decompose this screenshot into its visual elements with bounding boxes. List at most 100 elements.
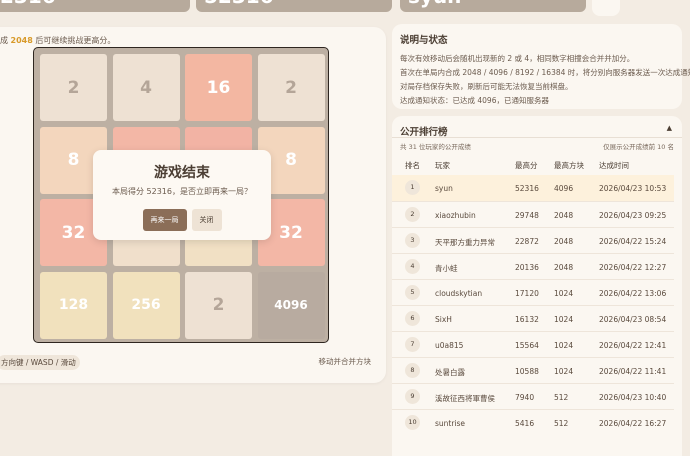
achieved-time: 2026/04/22 13:06 <box>599 289 667 298</box>
player-name: syun <box>408 0 461 8</box>
dialog-message: 本局得分 52316，是否立即再来一局？ <box>112 187 252 196</box>
dialog-title: 游戏结束 <box>154 165 210 181</box>
player-name: syun <box>435 184 453 193</box>
achieved-time: 2026/04/23 09:25 <box>599 211 667 220</box>
rank-badge: 10 <box>405 415 420 430</box>
best-score-card: 52316 <box>196 0 392 12</box>
achieved-time: 2026/04/22 12:41 <box>599 341 667 350</box>
header-score: 最高分 <box>515 161 538 170</box>
leaderboard-row: 10 suntrise 5416 512 2026/04/22 16:27 <box>392 409 674 435</box>
merge-hint: 移动并合并方块 <box>318 357 372 366</box>
leaderboard-header: 排名 玩家 最高分 最高方块 达成时间 <box>392 160 682 176</box>
rank-badge: 4 <box>405 259 420 274</box>
rank-badge: 5 <box>405 285 420 300</box>
collapse-icon[interactable]: ▲ <box>667 124 672 132</box>
max-tile: 1024 <box>554 367 574 376</box>
header-rank: 排名 <box>405 161 420 170</box>
leaderboard-row: 6 SixH 16132 1024 2026/04/23 08:54 <box>392 305 674 331</box>
close-dialog-button[interactable]: 关闭 <box>191 209 222 231</box>
rank-badge: 1 <box>405 180 420 195</box>
info-line: 达成通知状态：已达成 4096，已通知服务器 <box>400 96 549 105</box>
board-tile: 2 <box>185 271 252 339</box>
achieved-time: 2026/04/22 11:41 <box>599 367 667 376</box>
max-tile: 2048 <box>554 237 574 246</box>
leaderboard-row: 7 u0a815 15564 1024 2026/04/22 12:41 <box>392 331 674 357</box>
max-tile: 2048 <box>554 263 574 272</box>
max-tile: 512 <box>554 419 569 428</box>
player-name: SixH <box>435 315 452 324</box>
player-name: u0a815 <box>435 341 464 350</box>
player-name: 天平那方重力异常 <box>435 238 495 247</box>
player-name: suntrise <box>435 419 466 428</box>
board-tile: 128 <box>40 271 107 339</box>
rank-badge: 7 <box>405 337 420 352</box>
info-title: 说明与状态 <box>400 35 448 46</box>
hint-number: 2048 <box>10 36 33 45</box>
board-tile: 2 <box>257 54 325 121</box>
max-tile: 4096 <box>554 184 574 193</box>
achieved-time: 2026/04/23 10:40 <box>599 393 667 402</box>
high-score: 20136 <box>515 263 539 272</box>
high-score: 22872 <box>515 237 539 246</box>
header-player: 玩家 <box>435 161 450 170</box>
leaderboard-row: 3 天平那方重力异常 22872 2048 2026/04/22 15:24 <box>392 227 674 253</box>
board-tile: 2 <box>40 54 107 121</box>
player-name: xiaozhubin <box>435 211 476 220</box>
high-score: 7940 <box>515 393 535 402</box>
score-card: 2316 <box>0 0 190 12</box>
rank-badge: 2 <box>405 207 420 222</box>
leaderboard-count: 共 31 位玩家的公开成绩 <box>400 143 471 151</box>
controls-keys: 方向键 / WASD / 滑动 <box>0 355 80 370</box>
rank-badge: 9 <box>405 389 420 404</box>
rank-badge: 3 <box>405 233 420 248</box>
board-tile: 16 <box>185 54 252 121</box>
player-name: 青小蛙 <box>435 264 458 273</box>
achieved-time: 2026/04/23 08:54 <box>599 315 667 324</box>
achieved-time: 2026/04/22 12:27 <box>599 263 667 272</box>
board-tile: 4 <box>112 54 180 121</box>
leaderboard-row: 2 xiaozhubin 29748 2048 2026/04/23 09:25 <box>392 201 674 227</box>
info-card: 说明与状态 每次有效移动后会随机出现新的 2 或 4，相同数字相撞会合并并加分。… <box>392 24 690 109</box>
leaderboard-row: 8 处暑白露 10588 1024 2026/04/22 11:41 <box>392 357 674 383</box>
leaderboard-row: 9 溪故征西将軍曹侯 7940 512 2026/04/23 10:40 <box>392 383 674 409</box>
high-score: 29748 <box>515 211 539 220</box>
divider <box>392 137 682 138</box>
max-tile: 1024 <box>554 289 574 298</box>
header-tile: 最高方块 <box>554 161 584 170</box>
leaderboard-title: 公开排行榜 <box>400 127 448 138</box>
game-over-dialog: 游戏结束 本局得分 52316，是否立即再来一局？ 再来一局 关闭 <box>93 150 271 240</box>
leaderboard-row: 1 syun 52316 4096 2026/04/23 10:53 <box>392 175 674 201</box>
leaderboard-note: 仅展示公开成绩前 10 名 <box>603 143 674 151</box>
high-score: 10588 <box>515 367 539 376</box>
max-tile: 1024 <box>554 341 574 350</box>
high-score: 52316 <box>515 184 539 193</box>
high-score: 16132 <box>515 315 539 324</box>
achieved-time: 2026/04/22 15:24 <box>599 237 667 246</box>
max-tile: 1024 <box>554 315 574 324</box>
max-tile: 2048 <box>554 211 574 220</box>
best-score-value: 52316 <box>204 0 274 8</box>
high-score: 17120 <box>515 289 539 298</box>
player-name: cloudskytian <box>435 289 483 298</box>
max-tile: 512 <box>554 393 569 402</box>
goal-hint: 成 2048 后可继续挑战更高分。 <box>0 35 115 46</box>
leaderboard-card: 公开排行榜 ▲ 共 31 位玩家的公开成绩 仅展示公开成绩前 10 名 排名 玩… <box>392 116 682 456</box>
board-tile: 256 <box>112 271 180 339</box>
info-line: 每次有效移动后会随机出现新的 2 或 4，相同数字相撞会合并并加分。 <box>400 54 635 63</box>
header-time: 达成时间 <box>599 161 629 170</box>
leaderboard-row: 4 青小蛙 20136 2048 2026/04/22 12:27 <box>392 253 674 279</box>
high-score: 5416 <box>515 419 535 428</box>
achieved-time: 2026/04/22 16:27 <box>599 419 667 428</box>
high-score: 15564 <box>515 341 539 350</box>
score-value: 2316 <box>0 0 56 8</box>
board-tile: 4096 <box>257 271 325 339</box>
play-again-button[interactable]: 再来一局 <box>142 209 187 231</box>
info-line: 对局存档保存失败，刷新后可能无法恢复当前棋盘。 <box>400 82 573 91</box>
top-right-card <box>592 0 620 16</box>
player-name: 溪故征西将軍曹侯 <box>435 394 495 403</box>
player-card: syun <box>400 0 586 12</box>
rank-badge: 8 <box>405 363 420 378</box>
rank-badge: 6 <box>405 311 420 326</box>
leaderboard-row: 5 cloudskytian 17120 1024 2026/04/22 13:06 <box>392 279 674 305</box>
achieved-time: 2026/04/23 10:53 <box>599 184 667 193</box>
